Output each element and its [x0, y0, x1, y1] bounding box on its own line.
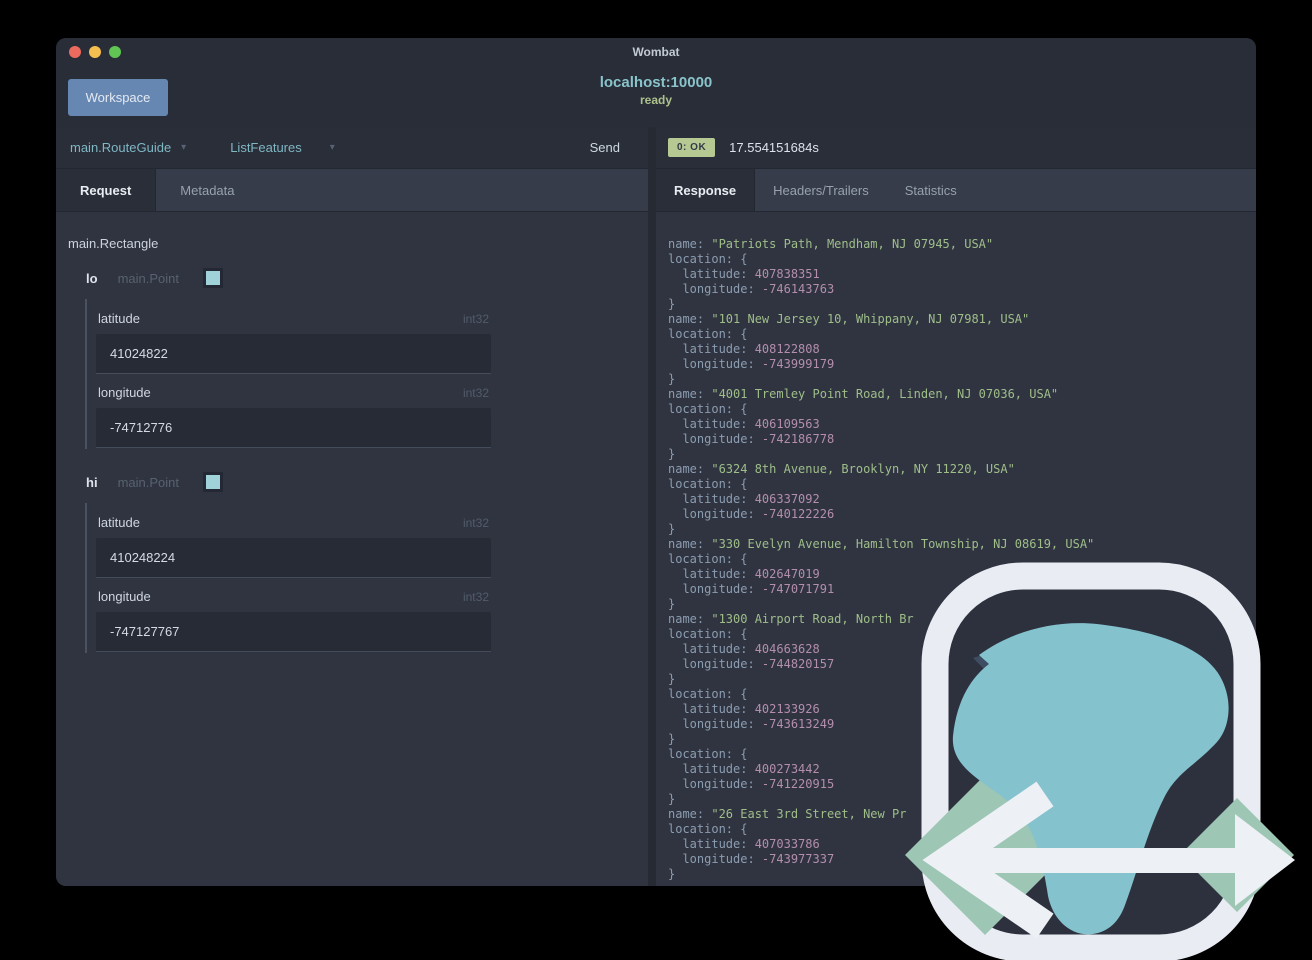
service-select[interactable]: main.RouteGuide	[70, 140, 171, 155]
server-status: ready	[639, 92, 673, 107]
field-label: longitude	[98, 589, 151, 604]
method-select[interactable]: ListFeatures	[230, 140, 302, 155]
field-label-row: latitude int32	[98, 515, 489, 530]
field-label: longitude	[98, 385, 151, 400]
field-type: main.Point	[117, 474, 179, 490]
lo-latitude-input[interactable]	[96, 334, 491, 374]
checkbox-fill-icon	[205, 475, 220, 489]
window-controls	[69, 46, 121, 58]
field-header-lo: lo main.Point	[86, 268, 648, 288]
app-window: Wombat Workspace localhost:10000 ready m…	[56, 38, 1256, 886]
main-split: main.RouteGuide ▾ ListFeatures ▾ Send Re…	[56, 127, 1256, 886]
server-info: localhost:10000 ready	[56, 74, 1256, 108]
field-label: latitude	[98, 311, 140, 326]
close-window-icon[interactable]	[69, 46, 81, 58]
zoom-window-icon[interactable]	[109, 46, 121, 58]
tab-request[interactable]: Request	[56, 169, 157, 211]
status-badge: 0: OK	[668, 138, 716, 157]
field-group-hi: latitude int32 longitude int32	[85, 503, 491, 653]
field-header-hi: hi main.Point	[86, 472, 648, 492]
lo-longitude-input[interactable]	[96, 408, 491, 448]
window-title: Wombat	[632, 44, 680, 59]
field-label: latitude	[98, 515, 140, 530]
tab-headers-trailers[interactable]: Headers/Trailers	[755, 169, 887, 211]
tab-statistics[interactable]: Statistics	[887, 169, 975, 211]
minimize-window-icon[interactable]	[89, 46, 101, 58]
point-expand-checkbox[interactable]	[202, 472, 223, 492]
field-group-lo: latitude int32 longitude int32	[85, 299, 491, 449]
send-button[interactable]: Send	[590, 140, 620, 155]
app-header: Workspace localhost:10000 ready	[56, 65, 1256, 127]
checkbox-fill-icon	[205, 271, 220, 285]
field-type-badge: int32	[462, 516, 489, 530]
hi-longitude-input[interactable]	[96, 612, 491, 652]
field-name: hi	[86, 474, 98, 490]
field-label-row: longitude int32	[98, 385, 489, 400]
response-pane: 0: OK 17.554151684s Response Headers/Tra…	[656, 127, 1256, 886]
field-type-badge: int32	[462, 590, 489, 604]
hi-latitude-input[interactable]	[96, 538, 491, 578]
server-address: localhost:10000	[599, 74, 713, 91]
titlebar: Wombat	[56, 38, 1256, 65]
field-type-badge: int32	[462, 386, 489, 400]
response-output[interactable]: name: "Patriots Path, Mendham, NJ 07945,…	[656, 212, 1256, 882]
response-tab-bar: Response Headers/Trailers Statistics	[656, 169, 1256, 212]
field-label-row: latitude int32	[98, 311, 489, 326]
response-content: name: "Patriots Path, Mendham, NJ 07945,…	[656, 212, 1256, 886]
request-pane: main.RouteGuide ▾ ListFeatures ▾ Send Re…	[56, 127, 648, 886]
point-expand-checkbox[interactable]	[202, 268, 223, 288]
chevron-down-icon[interactable]: ▾	[181, 142, 186, 153]
response-toolbar: 0: OK 17.554151684s	[656, 127, 1256, 169]
pane-splitter[interactable]	[648, 127, 656, 886]
tab-metadata[interactable]: Metadata	[156, 169, 258, 211]
request-tab-bar: Request Metadata	[56, 169, 648, 212]
field-name: lo	[86, 270, 98, 286]
field-type: main.Point	[117, 270, 179, 286]
tab-response[interactable]: Response	[656, 169, 756, 211]
request-toolbar: main.RouteGuide ▾ ListFeatures ▾ Send	[56, 127, 648, 169]
message-type-label: main.Rectangle	[68, 236, 159, 251]
field-type-badge: int32	[462, 312, 489, 326]
field-label-row: longitude int32	[98, 589, 489, 604]
response-duration: 17.554151684s	[729, 140, 819, 155]
chevron-down-icon[interactable]: ▾	[330, 142, 335, 153]
request-form: main.Rectangle lo main.Point latitude in…	[56, 212, 648, 886]
